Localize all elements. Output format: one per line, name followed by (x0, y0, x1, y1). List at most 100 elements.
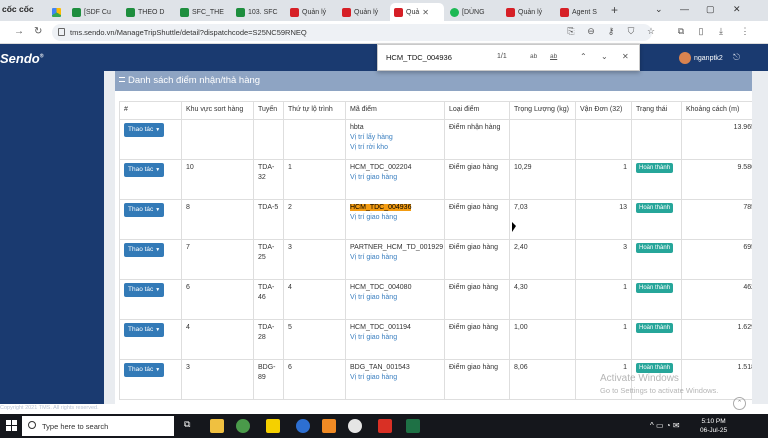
tab-1[interactable]: [SDF Cu (68, 3, 114, 21)
maximize-icon[interactable]: ▢ (706, 4, 715, 15)
tab-drive[interactable] (48, 3, 66, 21)
tab-4[interactable]: 103. SFC (232, 3, 280, 21)
col-header-weight: Trọng Lượng (kg) (509, 101, 576, 120)
browser-brand: cốc cốc (2, 4, 34, 14)
action-button[interactable]: Thao tác ▼ (124, 243, 165, 257)
stop-code: HCM_TDC_002204 (350, 164, 412, 171)
taskbar-search-box[interactable]: Type here to search (22, 416, 174, 436)
app-red-icon[interactable] (378, 419, 392, 433)
avatar (679, 52, 691, 64)
tab-active[interactable]: Quả ✕ (390, 3, 444, 21)
forward-icon[interactable]: → (14, 26, 24, 37)
sidebar-icon[interactable]: ▯ (696, 26, 706, 37)
tab-8[interactable]: [DÙNG (446, 3, 498, 21)
sheets-icon (236, 7, 245, 17)
tab-10[interactable]: Agent S (556, 3, 608, 21)
col-header-route: Tuyến (253, 101, 284, 120)
translate-icon[interactable]: ⎘ (566, 26, 576, 37)
star-icon[interactable]: ☆ (646, 26, 656, 37)
whole-word-toggle[interactable]: ab (550, 53, 557, 60)
depart-location-link[interactable]: Vị trí rời kho (350, 143, 440, 153)
delivery-location-link[interactable]: Vị trí giao hàng (350, 213, 440, 223)
coccoc-browser-icon[interactable] (236, 419, 250, 433)
delivery-location-link[interactable]: Vị trí giao hàng (350, 173, 440, 183)
delivery-location-link[interactable]: Vị trí giao hàng (350, 253, 440, 263)
tab-6[interactable]: Quản lý (338, 3, 384, 21)
close-tab-icon[interactable]: ✕ (422, 8, 429, 17)
action-button[interactable]: Thao tác ▼ (124, 123, 165, 137)
delivery-location-link[interactable]: Vị trí giao hàng (350, 373, 440, 383)
new-tab-icon[interactable]: + (611, 3, 618, 17)
chat-app-icon[interactable] (296, 419, 310, 433)
url-text: tms.sendo.vn/ManageTripShuttle/detail?di… (70, 28, 307, 37)
col-header-index: # (119, 101, 182, 120)
shield-icon[interactable]: ⛉ (626, 26, 636, 37)
spotify-icon (450, 7, 459, 17)
sheets-icon (126, 7, 135, 17)
logout-icon[interactable]: ⎋ (733, 52, 743, 62)
lock-icon (58, 28, 65, 36)
sendo-icon (290, 7, 299, 17)
task-view-icon[interactable]: ⧉ (184, 419, 198, 433)
stop-code: PARTNER_HCM_TD_001929 (350, 244, 444, 251)
chevron-down-icon[interactable]: ⌄ (601, 52, 608, 61)
col-header-status: Trạng thái (631, 101, 682, 120)
url-field[interactable]: tms.sendo.vn/ManageTripShuttle/detail?di… (52, 24, 652, 41)
find-input[interactable]: HCM_TDC_004936 (386, 53, 452, 62)
menu-icon[interactable]: ⋮ (740, 26, 750, 37)
zoom-icon[interactable]: ⊖ (586, 26, 596, 37)
col-header-type: Loại điểm (444, 101, 510, 120)
chevron-up-icon[interactable]: ⌃ (580, 52, 587, 61)
extensions-icon[interactable]: ⧉ (676, 26, 686, 37)
chrome-icon[interactable] (348, 419, 362, 433)
close-window-icon[interactable]: ✕ (733, 4, 741, 15)
table-row: Thao tác ▼ hbta Vị trí lấy hàng Vị trí rờ… (119, 119, 752, 160)
left-sidebar (0, 71, 104, 404)
excel-icon[interactable] (406, 419, 420, 433)
sendo-icon (560, 7, 569, 17)
match-case-toggle[interactable]: ab (530, 53, 537, 60)
scroll-top-icon[interactable]: ⌃ (733, 397, 746, 410)
minimize-icon[interactable]: — (680, 4, 689, 14)
tab-5[interactable]: Quản lý (286, 3, 332, 21)
system-tray-icons[interactable]: ^ ▭ ◔ ✉ (650, 421, 680, 430)
col-header-code: Mã điểm (345, 101, 445, 120)
reload-icon[interactable]: ↻ (34, 26, 42, 37)
taskbar-clock[interactable]: 5:10 PM 06-Jul-25 (700, 417, 727, 435)
stops-table: # Khu vực sort hàng Tuyến Thứ tự lộ trìn… (119, 101, 752, 400)
tab-2[interactable]: THEO D (122, 3, 168, 21)
action-button[interactable]: Thao tác ▼ (124, 283, 165, 297)
sheets-icon (180, 7, 189, 17)
action-button[interactable]: Thao tác ▼ (124, 163, 165, 177)
sendo-logo: Sendo® (0, 51, 44, 66)
main-content: Danh sách điểm nhận/thả hàng # Khu vực s… (104, 71, 768, 404)
stop-code: HCM_TDC_004080 (350, 284, 412, 291)
status-badge: Hoàn thành (636, 243, 674, 253)
action-button[interactable]: Thao tác ▼ (124, 363, 165, 377)
table-header-row: # Khu vực sort hàng Tuyến Thứ tự lộ trìn… (119, 101, 752, 120)
activation-watermark-hint: Go to Settings to activate Windows. (600, 386, 719, 395)
activation-watermark-title: Activate Windows (600, 373, 679, 384)
action-button[interactable]: Thao tác ▼ (124, 203, 165, 217)
chevron-down-icon: ▼ (155, 287, 161, 293)
status-badge: Hoàn thành (636, 323, 674, 333)
delivery-location-link[interactable]: Vị trí giao hàng (350, 293, 440, 303)
tab-search-icon[interactable]: ⌄ (655, 4, 663, 15)
close-icon[interactable]: ✕ (622, 52, 629, 61)
pickup-location-link[interactable]: Vị trí lấy hàng (350, 133, 440, 143)
sendo-icon (342, 7, 351, 17)
sheets-icon (72, 7, 81, 17)
file-explorer-icon[interactable] (210, 419, 224, 433)
drive-icon (52, 7, 61, 17)
download-icon[interactable]: ⤓ (716, 26, 726, 37)
windows-start-icon[interactable] (6, 420, 17, 431)
delivery-location-link[interactable]: Vị trí giao hàng (350, 333, 440, 343)
tab-9[interactable]: Quản lý (502, 3, 554, 21)
key-icon[interactable]: ⚷ (606, 26, 616, 37)
tab-3[interactable]: SFC_THE (176, 3, 224, 21)
user-menu[interactable]: nganptk2 (679, 52, 723, 64)
chevron-down-icon: ▼ (155, 207, 161, 213)
sticky-notes-icon[interactable] (266, 419, 280, 433)
action-button[interactable]: Thao tác ▼ (124, 323, 165, 337)
app-orange-icon[interactable] (322, 419, 336, 433)
